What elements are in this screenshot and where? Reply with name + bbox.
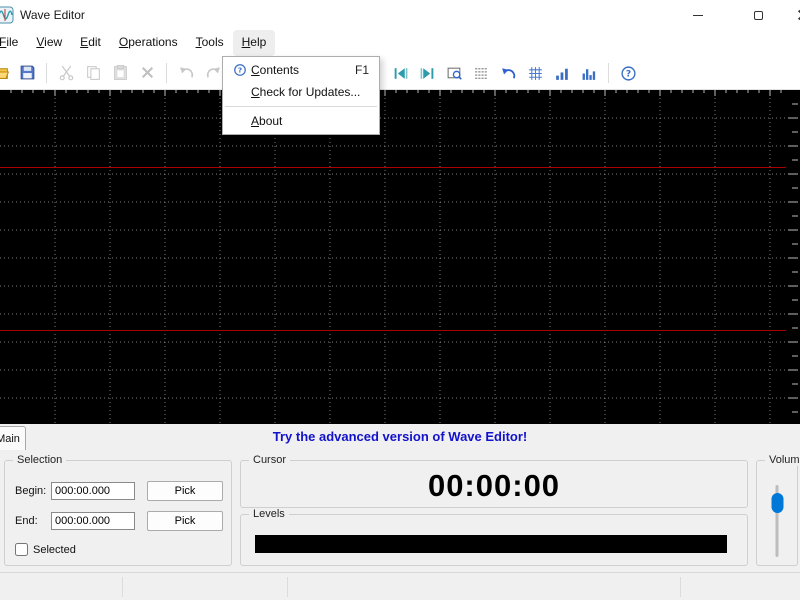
save-icon — [20, 65, 34, 80]
volume-slider[interactable] — [771, 485, 783, 557]
undo-button[interactable] — [174, 61, 198, 85]
cut-button[interactable] — [54, 61, 78, 85]
cursor-group: Cursor 00:00:00 — [240, 454, 748, 508]
paste-icon — [113, 65, 127, 80]
selection-group-title: Selection — [13, 454, 67, 466]
help-icon: ? — [620, 65, 636, 81]
levels-group: Levels — [240, 508, 748, 566]
cursor-time-display: 00:00:00 — [427, 468, 561, 503]
zoom-selection-icon — [447, 67, 462, 80]
menu-item-contents[interactable]: ? Contents F1 — [223, 59, 379, 81]
toolbar-separator — [608, 63, 609, 83]
volume-group-title: Volume — [765, 454, 800, 466]
selected-checkbox-row[interactable]: Selected — [15, 543, 76, 556]
menu-view[interactable]: View — [27, 30, 71, 56]
toolbar-separator — [166, 62, 167, 83]
statusbar-separator — [680, 577, 681, 597]
selection-group: Selection Begin: Pick End: Pick Selected — [4, 454, 232, 566]
copy-button[interactable] — [81, 61, 105, 85]
redo-icon — [206, 67, 220, 78]
end-pick-button[interactable]: Pick — [147, 511, 223, 531]
minimize-button[interactable] — [676, 0, 720, 30]
waveform-grid — [0, 90, 798, 424]
window-title: Wave Editor — [20, 8, 85, 22]
statistics-button[interactable] — [550, 61, 574, 85]
bottom-panel: Selection Begin: Pick End: Pick Selected… — [0, 450, 800, 572]
app-icon — [0, 6, 14, 24]
revert-button[interactable] — [496, 61, 520, 85]
upgrade-promo-link[interactable]: Try the advanced version of Wave Editor! — [0, 429, 800, 444]
revert-icon — [501, 67, 515, 79]
menu-item-label: Check for Updates... — [251, 85, 361, 99]
skip-back-button[interactable] — [388, 61, 412, 85]
menu-operations[interactable]: Operations — [110, 30, 187, 56]
selected-checkbox[interactable] — [15, 543, 28, 556]
tab-bar: Main Try the advanced version of Wave Ed… — [0, 424, 800, 450]
menu-help[interactable]: Help — [232, 30, 276, 56]
menu-file[interactable]: File — [0, 30, 27, 56]
statusbar-separator — [287, 577, 288, 597]
open-button[interactable] — [0, 61, 12, 85]
skip-back-icon — [394, 67, 407, 79]
cursor-group-title: Cursor — [249, 454, 291, 466]
histogram-button[interactable] — [577, 61, 601, 85]
statistics-icon — [555, 68, 568, 80]
menu-tools[interactable]: Tools — [187, 30, 233, 56]
menu-item-shortcut: F1 — [354, 63, 369, 77]
end-label: End: — [15, 515, 38, 527]
waveform-display[interactable] — [0, 90, 800, 424]
help-menu-popup: ? Contents F1 Check for Updates... About — [222, 56, 380, 135]
maximize-button[interactable] — [736, 0, 780, 30]
toolbar-separator — [46, 62, 47, 83]
titlebar: Wave Editor — [0, 0, 800, 30]
delete-button[interactable] — [135, 61, 159, 85]
grid-icon — [528, 66, 542, 80]
statusbar-separator — [122, 577, 123, 597]
menu-bar: File View Edit Operations Tools Help — [0, 30, 800, 56]
close-button[interactable] — [780, 0, 800, 30]
menu-edit[interactable]: Edit — [71, 30, 110, 56]
begin-pick-button[interactable]: Pick — [147, 481, 223, 501]
zoom-selection-button[interactable] — [442, 61, 466, 85]
status-bar — [0, 572, 800, 600]
menu-item-label: Contents — [251, 63, 300, 77]
cut-icon — [59, 65, 73, 81]
minimize-icon — [693, 14, 703, 16]
open-folder-icon — [0, 68, 9, 79]
volume-group: Volume — [756, 454, 800, 566]
svg-text:?: ? — [625, 69, 630, 79]
begin-input[interactable] — [51, 482, 135, 500]
menu-item-check-updates[interactable]: Check for Updates... — [223, 81, 379, 103]
help-circle-icon: ? — [229, 63, 251, 77]
histogram-icon — [582, 68, 595, 80]
skip-forward-button[interactable] — [415, 61, 439, 85]
menu-item-about[interactable]: About — [223, 110, 379, 132]
svg-text:?: ? — [238, 66, 242, 75]
toolbar: ? — [0, 56, 800, 90]
spectrogram-button[interactable] — [469, 61, 493, 85]
grid-button[interactable] — [523, 61, 547, 85]
menu-item-label: About — [251, 114, 283, 128]
levels-meter — [255, 535, 727, 553]
skip-forward-icon — [420, 67, 433, 79]
selected-label: Selected — [33, 543, 76, 556]
levels-group-title: Levels — [249, 508, 289, 520]
begin-label: Begin: — [15, 485, 47, 497]
paste-button[interactable] — [108, 61, 132, 85]
help-button[interactable]: ? — [616, 61, 640, 85]
menu-separator — [225, 106, 377, 107]
undo-icon — [179, 67, 193, 78]
spectrogram-icon — [474, 67, 488, 79]
end-input[interactable] — [51, 512, 135, 530]
save-button[interactable] — [15, 61, 39, 85]
volume-handle[interactable] — [771, 493, 783, 513]
maximize-icon — [753, 10, 763, 20]
delete-icon — [141, 66, 153, 79]
copy-icon — [86, 66, 100, 80]
